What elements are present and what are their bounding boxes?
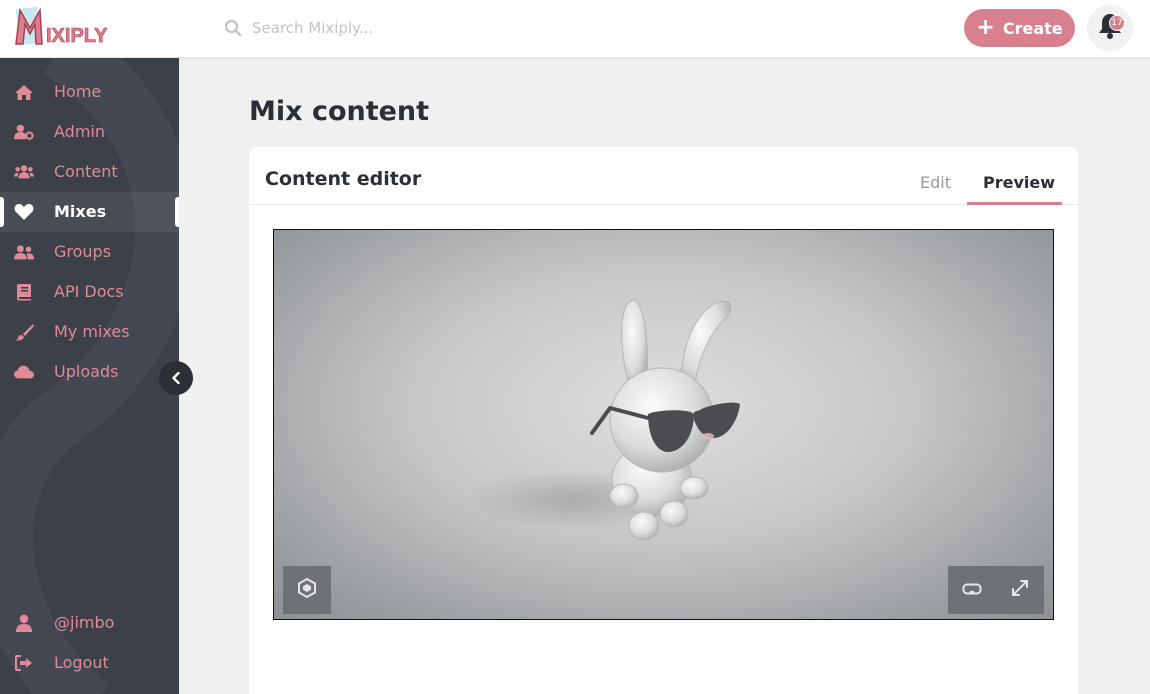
content-editor-card: Content editor Edit Preview xyxy=(249,147,1078,694)
3d-preview-viewer[interactable] xyxy=(273,229,1054,620)
logout-icon xyxy=(14,654,34,672)
ar-view-button[interactable] xyxy=(283,566,331,614)
notification-count-badge: 17 xyxy=(1109,15,1125,31)
svg-text:IXIPLY: IXIPLY xyxy=(46,25,108,47)
sidebar-item-label: Admin xyxy=(54,122,105,141)
brush-icon xyxy=(14,323,34,341)
user-gear-icon xyxy=(14,123,34,141)
sidebar-item-profile[interactable]: @jimbo xyxy=(0,603,179,643)
sidebar-collapse-button[interactable] xyxy=(159,361,193,395)
sidebar-item-admin[interactable]: Admin xyxy=(0,112,179,152)
cloud-icon xyxy=(14,363,34,381)
fullscreen-button[interactable] xyxy=(996,566,1044,614)
sidebar-item-groups[interactable]: Groups xyxy=(0,232,179,272)
heart-icon xyxy=(14,203,34,221)
book-icon xyxy=(14,283,34,301)
chevron-left-icon xyxy=(171,369,181,388)
plus-icon: + xyxy=(976,15,995,40)
sidebar-item-label: Logout xyxy=(54,653,109,672)
bunny-3d-model xyxy=(464,299,740,541)
mixiply-logo[interactable]: IXIPLY xyxy=(12,4,132,52)
sidebar-item-uploads[interactable]: Uploads xyxy=(0,352,179,392)
create-button-label: Create xyxy=(1002,18,1063,38)
users-icon xyxy=(14,243,34,261)
sidebar-item-label: API Docs xyxy=(54,282,124,301)
page-title: Mix content xyxy=(249,96,430,127)
card-title: Content editor xyxy=(265,168,422,190)
sidebar-item-label: Home xyxy=(54,82,102,101)
create-button[interactable]: + Create xyxy=(964,9,1075,47)
search-input[interactable] xyxy=(252,12,772,44)
sidebar: Home Admin Content Mixes Groups API Docs xyxy=(0,58,179,694)
sidebar-item-home[interactable]: Home xyxy=(0,72,179,112)
fullscreen-icon xyxy=(1011,579,1029,601)
users-gear-icon xyxy=(14,163,34,181)
active-tab-indicator xyxy=(967,202,1062,205)
search-icon xyxy=(224,19,242,37)
vr-view-button[interactable] xyxy=(948,566,996,614)
sidebar-item-mixes[interactable]: Mixes xyxy=(0,192,179,232)
sidebar-item-label: My mixes xyxy=(54,322,130,341)
tab-preview[interactable]: Preview xyxy=(983,173,1055,192)
card-header: Content editor Edit Preview xyxy=(249,147,1078,205)
sidebar-item-label: Mixes xyxy=(54,202,107,221)
sidebar-item-label: Content xyxy=(54,162,118,181)
top-bar: IXIPLY + Create 17 xyxy=(0,0,1150,58)
ar-icon xyxy=(296,577,318,603)
vr-headset-icon xyxy=(962,581,982,600)
sidebar-item-api-docs[interactable]: API Docs xyxy=(0,272,179,312)
sidebar-item-content[interactable]: Content xyxy=(0,152,179,192)
home-icon xyxy=(14,83,34,101)
sidebar-item-label: @jimbo xyxy=(54,613,115,632)
user-icon xyxy=(14,614,34,632)
sidebar-item-my-mixes[interactable]: My mixes xyxy=(0,312,179,352)
tab-edit[interactable]: Edit xyxy=(920,173,951,192)
sidebar-item-logout[interactable]: Logout xyxy=(0,643,179,683)
sidebar-item-label: Uploads xyxy=(54,362,119,381)
sidebar-item-label: Groups xyxy=(54,242,112,261)
